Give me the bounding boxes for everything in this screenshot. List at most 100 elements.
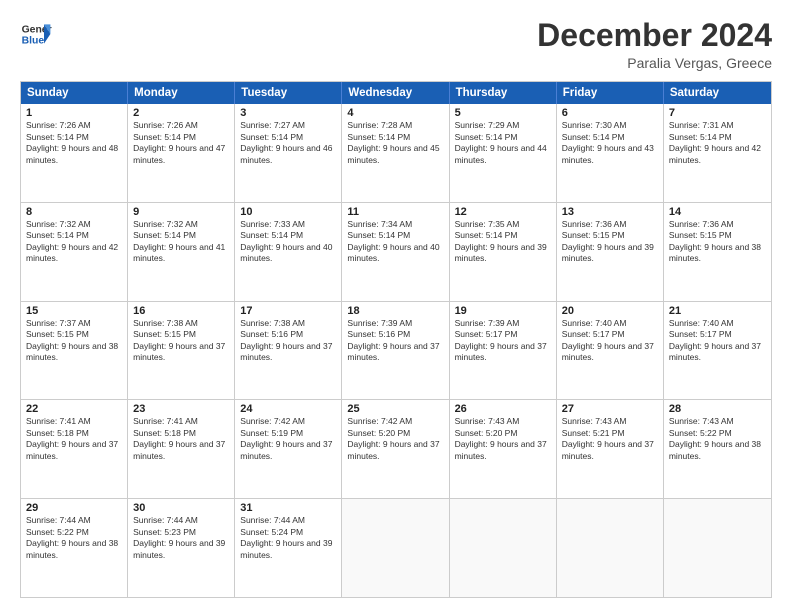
cal-cell-26: 26Sunrise: 7:43 AMSunset: 5:20 PMDayligh…	[450, 400, 557, 498]
cell-info: Sunrise: 7:38 AM	[133, 318, 229, 329]
header-tuesday: Tuesday	[235, 82, 342, 104]
cell-info: Sunrise: 7:28 AM	[347, 120, 443, 131]
cell-info: Sunrise: 7:43 AM	[455, 416, 551, 427]
header: General Blue December 2024 Paralia Verga…	[20, 18, 772, 71]
cell-info: Daylight: 9 hours and 42 minutes.	[669, 143, 766, 166]
cell-info: Sunrise: 7:35 AM	[455, 219, 551, 230]
cal-cell-2: 2Sunrise: 7:26 AMSunset: 5:14 PMDaylight…	[128, 104, 235, 202]
cal-cell-30: 30Sunrise: 7:44 AMSunset: 5:23 PMDayligh…	[128, 499, 235, 597]
cell-info: Sunrise: 7:43 AM	[669, 416, 766, 427]
cell-info: Sunrise: 7:40 AM	[562, 318, 658, 329]
cell-info: Sunset: 5:14 PM	[240, 230, 336, 241]
cal-cell-29: 29Sunrise: 7:44 AMSunset: 5:22 PMDayligh…	[21, 499, 128, 597]
cell-info: Sunset: 5:15 PM	[133, 329, 229, 340]
day-number: 15	[26, 305, 122, 317]
cell-info: Daylight: 9 hours and 39 minutes.	[455, 242, 551, 265]
cell-info: Sunset: 5:20 PM	[455, 428, 551, 439]
cell-info: Sunset: 5:16 PM	[240, 329, 336, 340]
header-friday: Friday	[557, 82, 664, 104]
cell-info: Sunset: 5:14 PM	[133, 230, 229, 241]
cell-info: Sunset: 5:15 PM	[669, 230, 766, 241]
cal-cell-21: 21Sunrise: 7:40 AMSunset: 5:17 PMDayligh…	[664, 302, 771, 400]
logo: General Blue	[20, 18, 52, 50]
day-number: 24	[240, 403, 336, 415]
cell-info: Sunrise: 7:44 AM	[133, 515, 229, 526]
day-number: 4	[347, 107, 443, 119]
cal-cell-11: 11Sunrise: 7:34 AMSunset: 5:14 PMDayligh…	[342, 203, 449, 301]
cell-info: Daylight: 9 hours and 37 minutes.	[562, 341, 658, 364]
day-number: 11	[347, 206, 443, 218]
cal-cell-5: 5Sunrise: 7:29 AMSunset: 5:14 PMDaylight…	[450, 104, 557, 202]
header-monday: Monday	[128, 82, 235, 104]
day-number: 30	[133, 502, 229, 514]
day-number: 10	[240, 206, 336, 218]
day-number: 5	[455, 107, 551, 119]
day-number: 1	[26, 107, 122, 119]
day-number: 23	[133, 403, 229, 415]
cell-info: Sunset: 5:24 PM	[240, 527, 336, 538]
cell-info: Sunset: 5:23 PM	[133, 527, 229, 538]
cal-cell-15: 15Sunrise: 7:37 AMSunset: 5:15 PMDayligh…	[21, 302, 128, 400]
day-number: 18	[347, 305, 443, 317]
cell-info: Sunrise: 7:33 AM	[240, 219, 336, 230]
cell-info: Daylight: 9 hours and 46 minutes.	[240, 143, 336, 166]
week-row-2: 8Sunrise: 7:32 AMSunset: 5:14 PMDaylight…	[21, 203, 771, 302]
cell-info: Daylight: 9 hours and 42 minutes.	[26, 242, 122, 265]
cell-info: Sunrise: 7:34 AM	[347, 219, 443, 230]
header-saturday: Saturday	[664, 82, 771, 104]
cell-info: Daylight: 9 hours and 37 minutes.	[562, 439, 658, 462]
cell-info: Sunrise: 7:41 AM	[26, 416, 122, 427]
day-number: 13	[562, 206, 658, 218]
cell-info: Sunrise: 7:40 AM	[669, 318, 766, 329]
cell-info: Sunrise: 7:38 AM	[240, 318, 336, 329]
day-number: 21	[669, 305, 766, 317]
cal-cell-17: 17Sunrise: 7:38 AMSunset: 5:16 PMDayligh…	[235, 302, 342, 400]
day-number: 16	[133, 305, 229, 317]
day-number: 14	[669, 206, 766, 218]
cal-cell-28: 28Sunrise: 7:43 AMSunset: 5:22 PMDayligh…	[664, 400, 771, 498]
cal-cell-32	[342, 499, 449, 597]
cal-cell-4: 4Sunrise: 7:28 AMSunset: 5:14 PMDaylight…	[342, 104, 449, 202]
cell-info: Daylight: 9 hours and 37 minutes.	[26, 439, 122, 462]
day-number: 17	[240, 305, 336, 317]
cell-info: Sunrise: 7:32 AM	[133, 219, 229, 230]
cal-cell-10: 10Sunrise: 7:33 AMSunset: 5:14 PMDayligh…	[235, 203, 342, 301]
cell-info: Sunrise: 7:30 AM	[562, 120, 658, 131]
subtitle: Paralia Vergas, Greece	[537, 55, 772, 71]
day-number: 7	[669, 107, 766, 119]
cal-cell-1: 1Sunrise: 7:26 AMSunset: 5:14 PMDaylight…	[21, 104, 128, 202]
svg-text:Blue: Blue	[22, 36, 45, 47]
cell-info: Sunset: 5:17 PM	[562, 329, 658, 340]
cal-cell-20: 20Sunrise: 7:40 AMSunset: 5:17 PMDayligh…	[557, 302, 664, 400]
day-number: 6	[562, 107, 658, 119]
header-sunday: Sunday	[21, 82, 128, 104]
cell-info: Sunset: 5:14 PM	[562, 132, 658, 143]
page: General Blue December 2024 Paralia Verga…	[0, 0, 792, 612]
cell-info: Daylight: 9 hours and 37 minutes.	[133, 341, 229, 364]
cell-info: Sunrise: 7:37 AM	[26, 318, 122, 329]
cell-info: Sunrise: 7:41 AM	[133, 416, 229, 427]
cell-info: Sunset: 5:14 PM	[240, 132, 336, 143]
cell-info: Sunrise: 7:44 AM	[240, 515, 336, 526]
cal-cell-14: 14Sunrise: 7:36 AMSunset: 5:15 PMDayligh…	[664, 203, 771, 301]
cell-info: Daylight: 9 hours and 47 minutes.	[133, 143, 229, 166]
cell-info: Sunrise: 7:44 AM	[26, 515, 122, 526]
cell-info: Sunset: 5:14 PM	[347, 132, 443, 143]
cal-cell-34	[557, 499, 664, 597]
day-number: 3	[240, 107, 336, 119]
cal-cell-18: 18Sunrise: 7:39 AMSunset: 5:16 PMDayligh…	[342, 302, 449, 400]
cell-info: Daylight: 9 hours and 37 minutes.	[240, 341, 336, 364]
cell-info: Daylight: 9 hours and 40 minutes.	[240, 242, 336, 265]
cal-cell-24: 24Sunrise: 7:42 AMSunset: 5:19 PMDayligh…	[235, 400, 342, 498]
cell-info: Sunset: 5:18 PM	[26, 428, 122, 439]
cell-info: Sunset: 5:18 PM	[133, 428, 229, 439]
cell-info: Daylight: 9 hours and 45 minutes.	[347, 143, 443, 166]
cell-info: Sunset: 5:14 PM	[455, 230, 551, 241]
cal-cell-27: 27Sunrise: 7:43 AMSunset: 5:21 PMDayligh…	[557, 400, 664, 498]
cell-info: Sunset: 5:14 PM	[455, 132, 551, 143]
cal-cell-25: 25Sunrise: 7:42 AMSunset: 5:20 PMDayligh…	[342, 400, 449, 498]
cal-cell-3: 3Sunrise: 7:27 AMSunset: 5:14 PMDaylight…	[235, 104, 342, 202]
cell-info: Daylight: 9 hours and 39 minutes.	[562, 242, 658, 265]
day-number: 27	[562, 403, 658, 415]
cell-info: Sunset: 5:17 PM	[669, 329, 766, 340]
